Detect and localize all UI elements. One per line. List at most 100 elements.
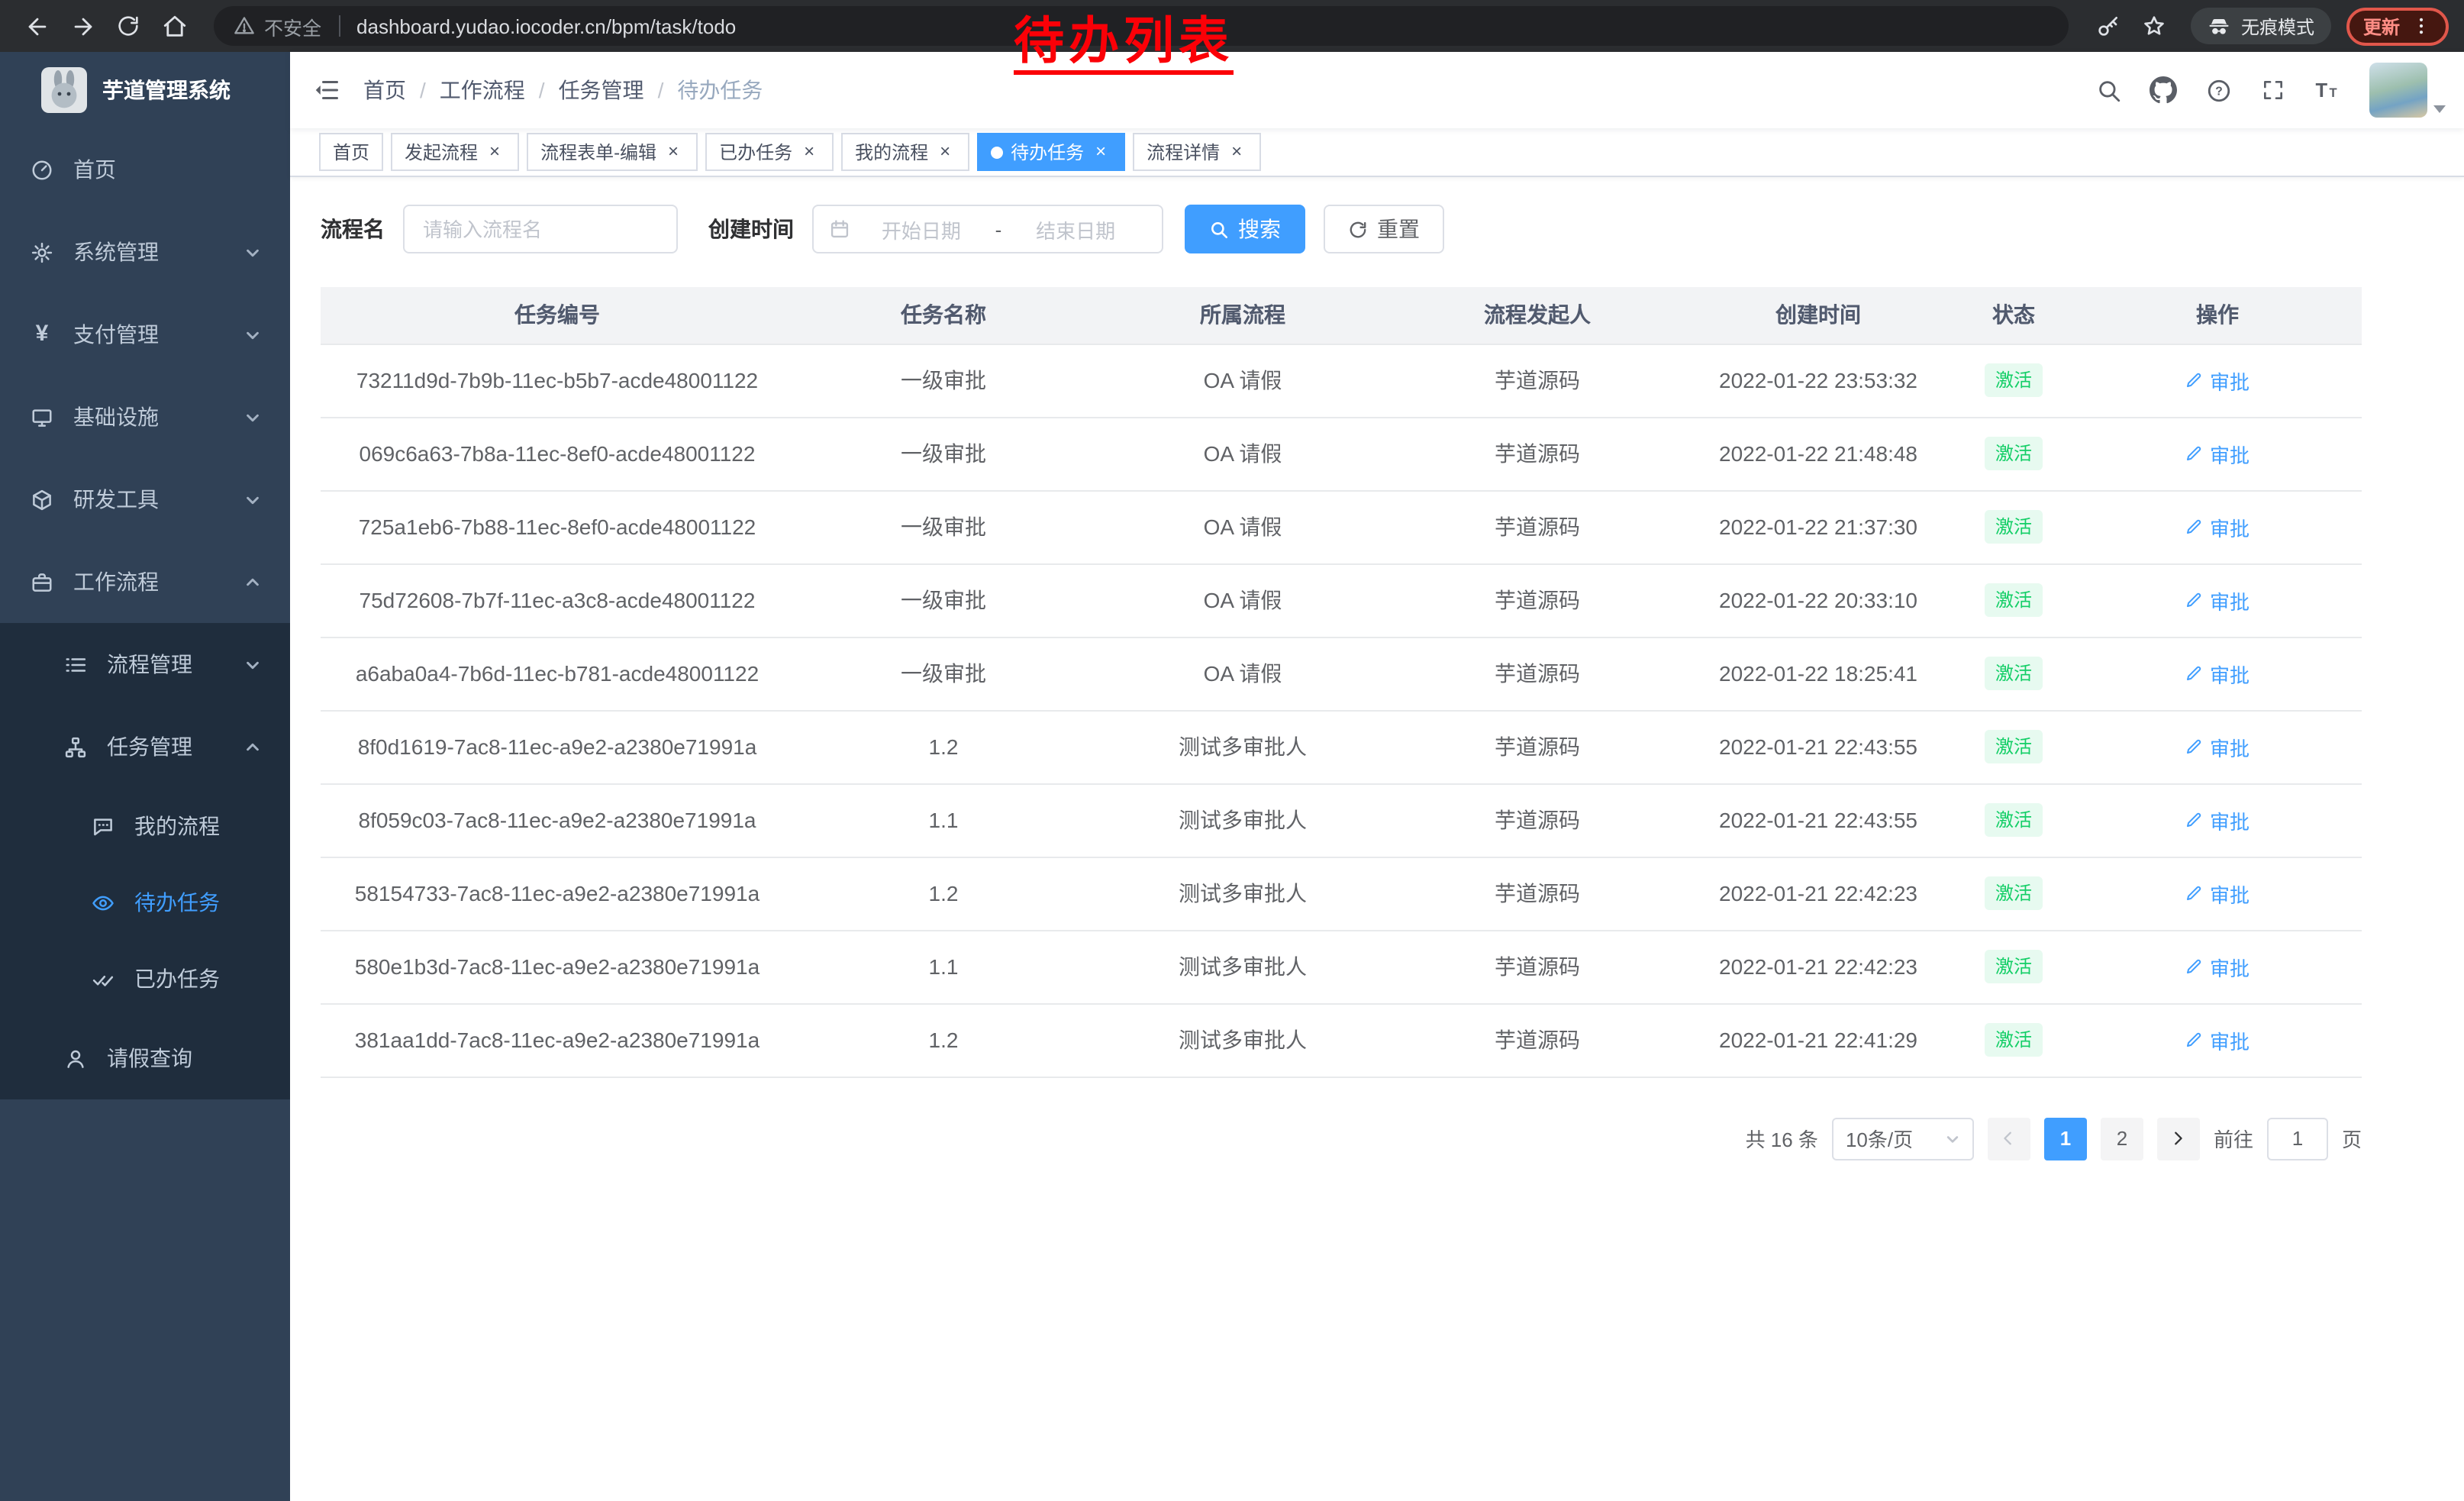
url-text: dashboard.yudao.iocoder.cn/bpm/task/todo [356,15,736,37]
approve-link[interactable]: 审批 [2185,659,2250,688]
edit-icon [2185,664,2204,683]
approve-label: 审批 [2210,805,2250,834]
help-icon[interactable]: ? [2195,67,2241,113]
approve-link[interactable]: 审批 [2185,952,2250,981]
chat-icon [92,815,114,838]
tab-start-process[interactable]: 发起流程× [391,133,519,171]
table-row: 75d72608-7b7f-11ec-a3c8-acde48001122 一级审… [321,563,2362,637]
tab-home[interactable]: 首页 [319,133,383,171]
eye-icon [92,891,114,914]
action-cell: 审批 [2073,710,2362,783]
breadcrumb-item[interactable]: 工作流程 [440,75,525,105]
table-row: 069c6a63-7b8a-11ec-8ef0-acde48001122 一级审… [321,417,2362,490]
close-icon[interactable]: × [663,141,684,163]
navbar-actions: ? TT [2085,63,2464,118]
page-size-select[interactable]: 10条/页 [1832,1117,1974,1160]
sidebar-item-home[interactable]: 首页 [0,128,290,211]
status-cell: 激活 [1954,490,2073,563]
create-time-cell: 2022-01-22 21:37:30 [1682,490,1954,563]
status-badge: 激活 [1985,510,2043,544]
close-icon[interactable]: × [1226,141,1247,163]
calendar-icon [829,218,850,240]
status-badge: 激活 [1985,950,2043,983]
goto-page-input[interactable] [2267,1117,2328,1160]
avatar[interactable] [2369,63,2427,118]
sidebar-item-process-mgmt[interactable]: 流程管理 [0,623,290,705]
process-name-label: 流程名 [321,214,385,244]
task-id-cell: 8f059c03-7ac8-11ec-a9e2-a2380e71991a [321,783,794,857]
github-icon[interactable] [2140,67,2186,113]
back-icon[interactable] [15,5,58,47]
user-avatar-menu[interactable] [2369,63,2446,118]
search-icon[interactable] [2085,67,2131,113]
page-button-1[interactable]: 1 [2044,1117,2087,1160]
table-row: 73211d9d-7b9b-11ec-b5b7-acde48001122 一级审… [321,344,2362,417]
key-icon[interactable] [2087,5,2130,47]
search-button[interactable]: 搜索 [1185,205,1305,253]
sidebar-item-workflow[interactable]: 工作流程 [0,541,290,623]
tab-label: 待办任务 [1011,139,1084,165]
sidebar-item-done-tasks[interactable]: 已办任务 [0,941,290,1017]
bookmark-star-icon[interactable] [2133,5,2175,47]
tab-done-tasks[interactable]: 已办任务 × [705,133,834,171]
tab-my-process[interactable]: 我的流程× [841,133,969,171]
reset-button[interactable]: 重置 [1324,205,1444,253]
home-icon[interactable] [153,5,195,47]
sidebar-item-infra[interactable]: 基础设施 [0,376,290,458]
create-time-cell: 2022-01-22 18:25:41 [1682,637,1954,710]
breadcrumb-item[interactable]: 首页 [363,75,406,105]
approve-link[interactable]: 审批 [2185,586,2250,615]
edit-icon [2185,884,2204,902]
status-cell: 激活 [1954,710,2073,783]
process-cell: OA 请假 [1093,637,1392,710]
flow-tree-icon [64,735,87,758]
font-size-icon[interactable]: TT [2305,67,2351,113]
process-cell: OA 请假 [1093,563,1392,637]
approve-link[interactable]: 审批 [2185,366,2250,395]
close-icon[interactable]: × [1090,141,1111,163]
end-date-placeholder[interactable]: 结束日期 [1005,215,1147,244]
tab-process-detail[interactable]: 流程详情× [1133,133,1261,171]
sidebar-item-label: 基础设施 [73,402,159,432]
sidebar-item-task-mgmt[interactable]: 任务管理 [0,705,290,788]
approve-link[interactable]: 审批 [2185,439,2250,468]
date-range-picker[interactable]: 开始日期 - 结束日期 [812,205,1163,253]
close-icon[interactable]: × [798,141,820,163]
sidebar-item-devtools[interactable]: 研发工具 [0,458,290,541]
sidebar-item-system[interactable]: 系统管理 [0,211,290,293]
more-menu-icon[interactable] [2411,15,2432,37]
fullscreen-icon[interactable] [2250,67,2296,113]
status-cell: 激活 [1954,563,2073,637]
column-header: 状态 [1954,287,2073,344]
close-icon[interactable]: × [934,141,956,163]
next-page-button[interactable] [2157,1117,2200,1160]
sidebar-item-my-process[interactable]: 我的流程 [0,788,290,864]
tab-todo-tasks[interactable]: 待办任务 × [977,133,1125,171]
chevron-right-icon [2170,1130,2187,1147]
approve-link[interactable]: 审批 [2185,1025,2250,1054]
forward-icon[interactable] [61,5,104,47]
start-date-placeholder[interactable]: 开始日期 [850,215,992,244]
page-button-2[interactable]: 2 [2101,1117,2143,1160]
update-button[interactable]: 更新 [2346,7,2449,45]
approve-link[interactable]: 审批 [2185,732,2250,761]
tab-form-edit[interactable]: 流程表单-编辑× [527,133,698,171]
table-row: 8f0d1619-7ac8-11ec-a9e2-a2380e71991a 1.2… [321,710,2362,783]
sidebar-item-leave-query[interactable]: 请假查询 [0,1017,290,1099]
sidebar-item-label: 待办任务 [134,887,220,918]
sidebar-item-payment[interactable]: ¥ 支付管理 [0,293,290,376]
sidebar-item-todo-tasks[interactable]: 待办任务 [0,864,290,941]
breadcrumb-item[interactable]: 任务管理 [559,75,644,105]
tab-label: 已办任务 [719,139,792,165]
refresh-icon[interactable] [107,5,150,47]
tabs-bar: 首页 发起流程× 流程表单-编辑× 已办任务 × 我的流程× 待办任务 × 流程详情… [290,128,2464,177]
close-icon[interactable]: × [484,141,505,163]
sidebar-collapse-button[interactable] [290,52,363,128]
prev-page-button[interactable] [1988,1117,2030,1160]
approve-link[interactable]: 审批 [2185,512,2250,541]
approve-link[interactable]: 审批 [2185,805,2250,834]
create-time-cell: 2022-01-22 21:48:48 [1682,417,1954,490]
approve-link[interactable]: 审批 [2185,879,2250,908]
security-label: 不安全 [264,11,321,40]
process-name-input[interactable] [423,218,658,240]
